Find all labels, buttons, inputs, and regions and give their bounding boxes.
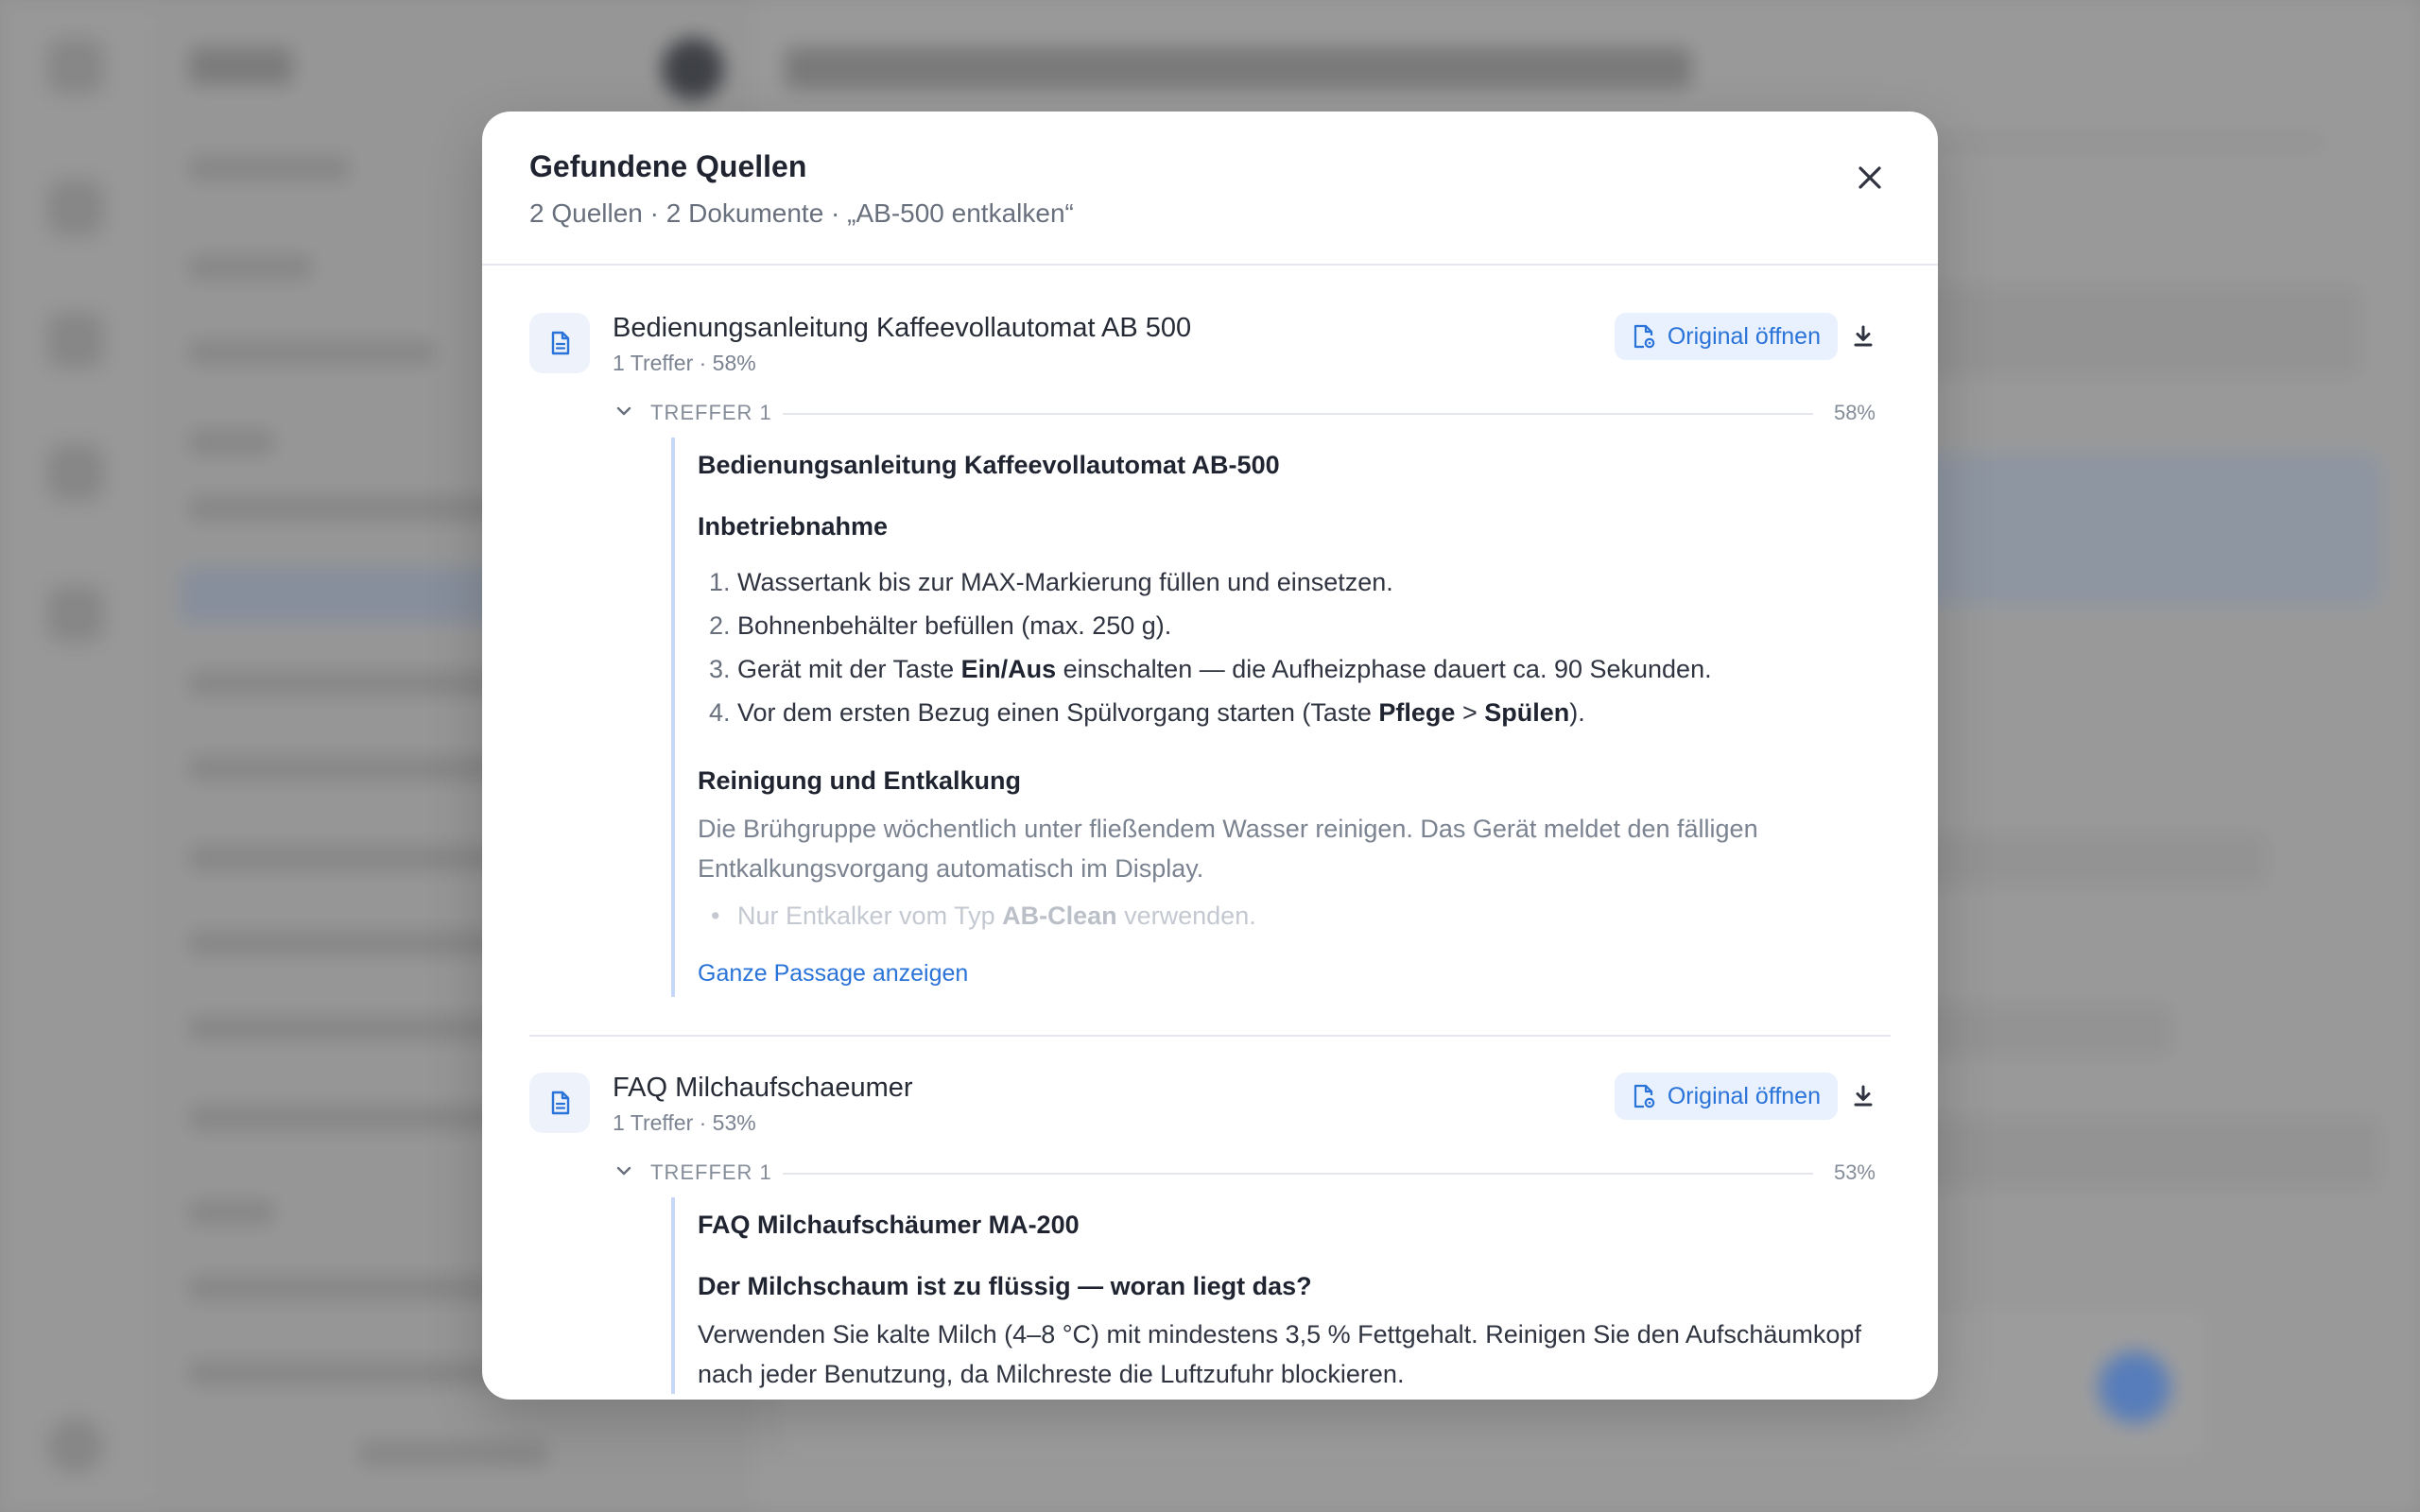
- hit-passage: Bedienungsanleitung Kaffeevollautomat AB…: [671, 438, 1891, 997]
- passage-faded-item: Nur Entkalker vom Typ AB-Clean verwenden…: [698, 896, 1891, 936]
- source-header: Bedienungsanleitung Kaffeevollautomat AB…: [529, 267, 1891, 381]
- sources-dialog: Gefundene Quellen 2 Quellen · 2 Dokument…: [482, 112, 1938, 1400]
- hit-label: TREFFER 1: [650, 401, 772, 424]
- hit-score: 53%: [1833, 1160, 1876, 1184]
- chevron-down-icon[interactable]: [613, 400, 635, 422]
- open-original-label: Original öffnen: [1667, 1082, 1821, 1109]
- file-preview-icon: [1634, 324, 1655, 349]
- open-original-label: Original öffnen: [1667, 322, 1821, 350]
- dialog-header: Gefundene Quellen 2 Quellen · 2 Dokument…: [482, 112, 1938, 266]
- passage-steps: 1. Wassertank bis zur MAX-Markierung füll…: [698, 560, 1891, 734]
- hit-header[interactable]: TREFFER 1 53%: [613, 1150, 1891, 1197]
- download-button[interactable]: [1847, 1080, 1879, 1112]
- source-title: FAQ Milchaufschaeumer: [613, 1073, 913, 1103]
- source-meta: 1 Treffer · 53%: [613, 1110, 756, 1135]
- passage-heading: FAQ Milchaufschäumer MA-200: [698, 1211, 1080, 1239]
- list-item: 1. Wassertank bis zur MAX-Markierung füll…: [709, 568, 1393, 596]
- file-preview-icon: [1634, 1084, 1655, 1108]
- passage-section-heading: Inbetriebnahme: [698, 512, 889, 541]
- download-icon: [1854, 325, 1873, 347]
- list-item: 4. Vor dem ersten Bezug einen Spülvorgang…: [709, 698, 1585, 727]
- passage-question: Der Milchschaum ist zu flüssig — woran l…: [698, 1272, 1312, 1300]
- close-button[interactable]: [1849, 157, 1891, 198]
- download-icon: [1854, 1085, 1873, 1107]
- dialog-body[interactable]: Bedienungsanleitung Kaffeevollautomat AB…: [529, 267, 1891, 1400]
- passage-paragraph: Die Brühgruppe wöchentlich unter fließen…: [698, 815, 1758, 883]
- passage-heading: Bedienungsanleitung Kaffeevollautomat AB…: [698, 451, 1280, 479]
- dialog-title: Gefundene Quellen: [529, 149, 807, 183]
- chevron-down-icon[interactable]: [613, 1160, 635, 1182]
- source-meta: 1 Treffer · 58%: [613, 351, 756, 375]
- close-icon: [1858, 166, 1881, 189]
- document-icon: [529, 1073, 590, 1133]
- open-original-button[interactable]: Original öffnen: [1614, 313, 1838, 360]
- hit-label: TREFFER 1: [650, 1160, 772, 1184]
- source-header: FAQ Milchaufschaeumer 1 Treffer · 53% Or…: [529, 1037, 1891, 1141]
- passage-section-heading: Reinigung und Entkalkung: [698, 766, 1021, 795]
- list-item: 3. Gerät mit der Taste Ein/Aus einschalte…: [709, 655, 1712, 683]
- dialog-subtitle: 2 Quellen · 2 Dokumente · „AB-500 entkal…: [529, 198, 1074, 228]
- hit-header[interactable]: TREFFER 1 58%: [613, 390, 1891, 438]
- list-item: 2. Bohnenbehälter befüllen (max. 250 g).: [709, 611, 1172, 640]
- source-title: Bedienungsanleitung Kaffeevollautomat AB…: [613, 313, 1192, 343]
- hit-score: 58%: [1833, 401, 1876, 424]
- document-icon: [529, 313, 590, 373]
- source-item: FAQ Milchaufschaeumer 1 Treffer · 53% Or…: [529, 1037, 1891, 1394]
- open-original-button[interactable]: Original öffnen: [1614, 1073, 1838, 1120]
- show-full-passage-link[interactable]: Ganze Passage anzeigen: [698, 960, 1891, 997]
- passage-answer: Verwenden Sie kalte Milch (4–8 °C) mit m…: [698, 1320, 1861, 1388]
- hit-divider: [783, 1173, 1813, 1175]
- download-button[interactable]: [1847, 320, 1879, 352]
- hit-passage: FAQ Milchaufschäumer MA-200 Der Milchsch…: [671, 1197, 1891, 1394]
- source-item: Bedienungsanleitung Kaffeevollautomat AB…: [529, 267, 1891, 1037]
- hit-divider: [783, 413, 1813, 415]
